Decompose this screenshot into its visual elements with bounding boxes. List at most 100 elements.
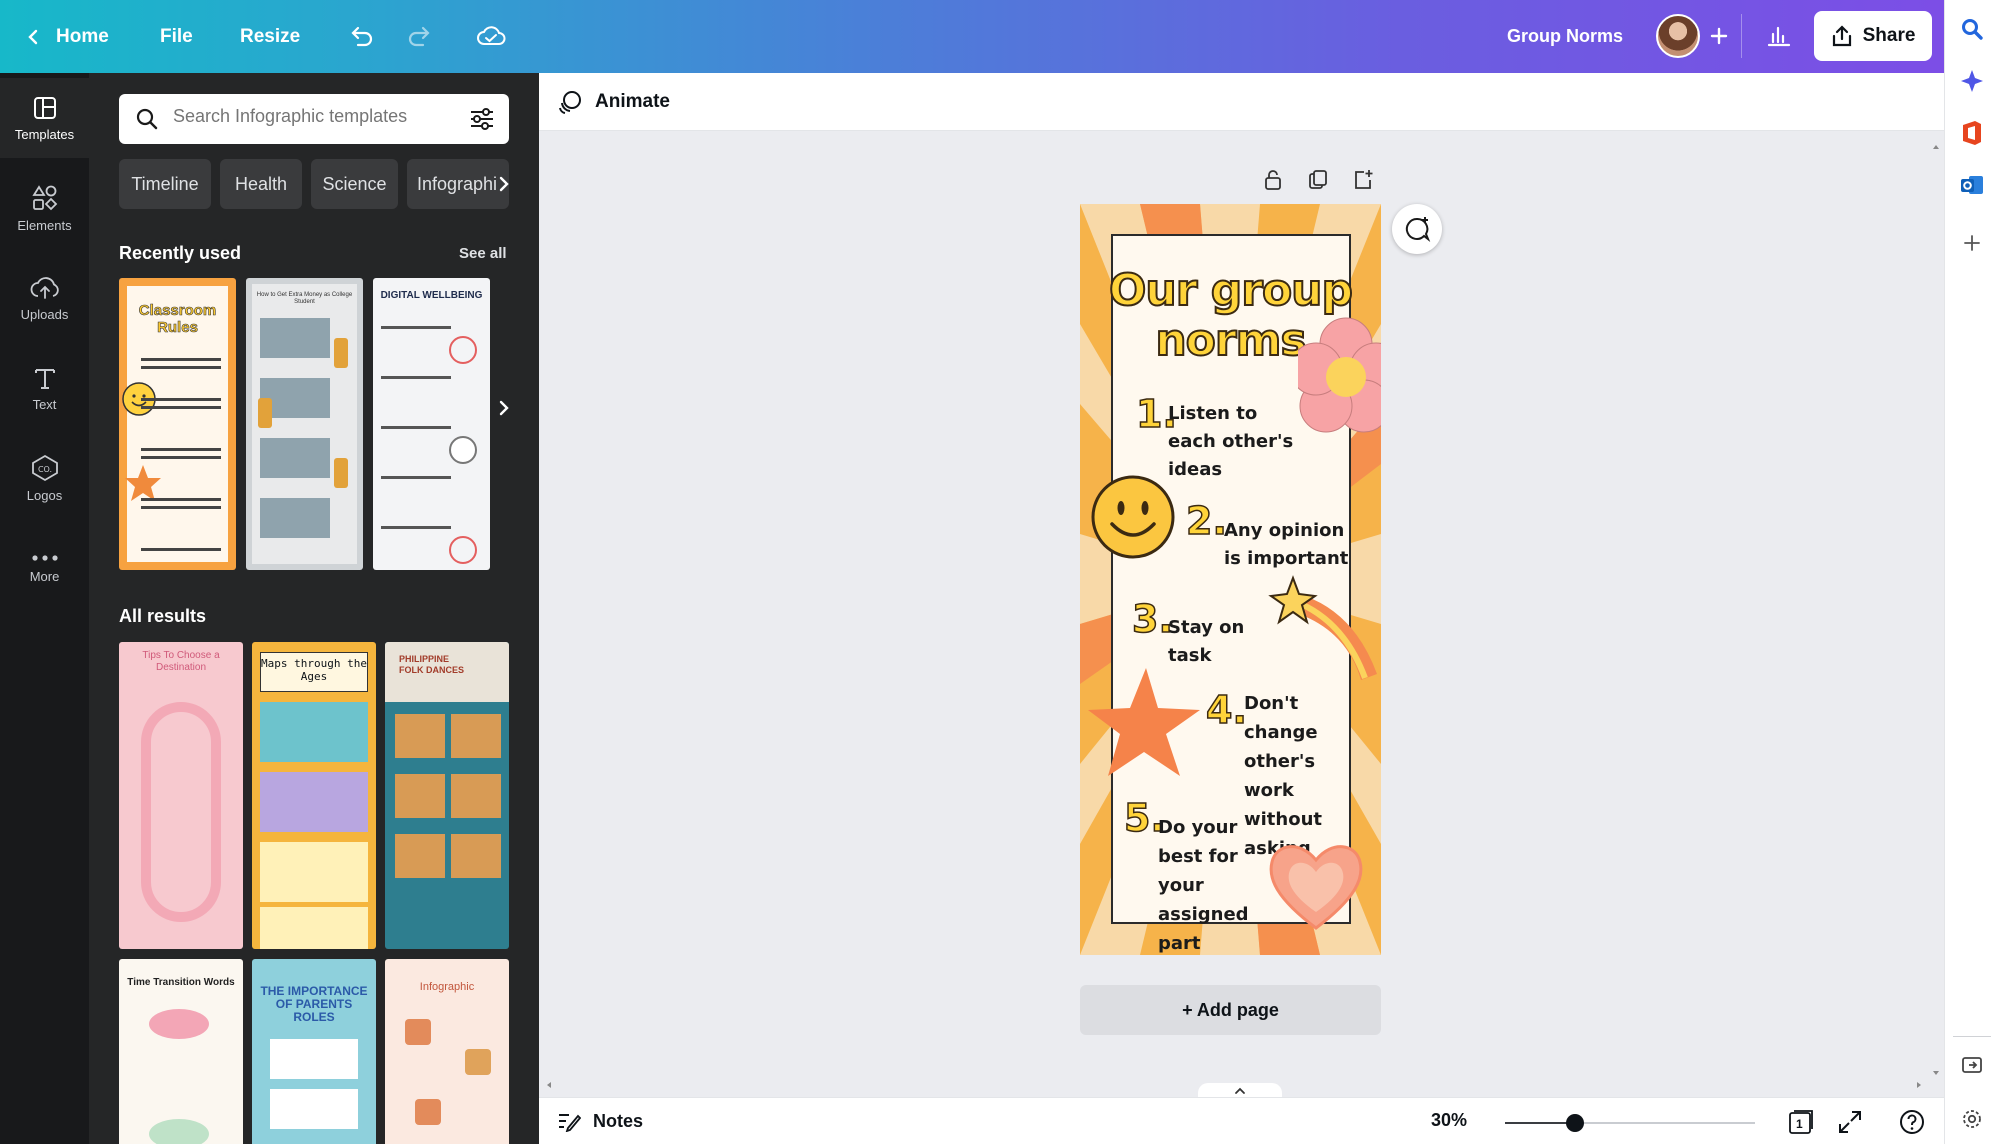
template-thumbnail[interactable]: PHILIPPINE FOLK DANCES: [385, 642, 509, 949]
right-app-strip: [1944, 0, 1999, 1144]
comment-plus-icon: [1405, 217, 1431, 242]
lock-icon[interactable]: [1262, 168, 1284, 192]
norm-text[interactable]: Any opinion is important: [1224, 517, 1350, 573]
chip-health[interactable]: Health: [220, 159, 302, 209]
nav-templates[interactable]: Templates: [0, 78, 89, 158]
page-count: 1: [1796, 1117, 1803, 1131]
chevron-left-icon: [28, 29, 38, 44]
chip-science[interactable]: Science: [311, 159, 398, 209]
notes-label: Notes: [593, 1110, 644, 1131]
undo-icon[interactable]: [343, 18, 379, 54]
norm-text[interactable]: Listen to each other's ideas: [1168, 400, 1298, 484]
dock-panel-icon[interactable]: [1957, 1050, 1987, 1080]
search-bar[interactable]: [119, 94, 509, 144]
logos-icon: CO.: [31, 454, 58, 481]
template-thumbnail[interactable]: Time Transition Words: [119, 959, 243, 1144]
add-page-icon[interactable]: [1352, 168, 1374, 192]
nav-elements[interactable]: Elements: [0, 168, 89, 248]
design-page[interactable]: Our group norms 1. Listen to each other'…: [1080, 204, 1381, 955]
add-comment-button[interactable]: [1392, 204, 1442, 254]
office-icon[interactable]: [1957, 118, 1987, 148]
search-input[interactable]: [173, 106, 453, 127]
cloud-saved-icon[interactable]: [473, 18, 509, 54]
smiley-icon: [1091, 475, 1175, 559]
search-icon: [136, 108, 158, 130]
thumbnail-title: THE IMPORTANCE OF PARENTS ROLES: [260, 984, 368, 1024]
template-thumbnail[interactable]: Maps through the Ages: [252, 642, 376, 949]
document-title[interactable]: Group Norms: [1507, 0, 1623, 73]
file-menu[interactable]: File: [160, 0, 193, 73]
template-thumbnail[interactable]: Classroom Rules: [119, 278, 236, 570]
avatar[interactable]: [1656, 14, 1700, 58]
share-label: Share: [1862, 25, 1916, 46]
norm-number: 3.: [1131, 596, 1173, 642]
design-title-line1: Our group: [1108, 265, 1354, 317]
vertical-scrollbar[interactable]: [1932, 141, 1940, 1081]
notes-button[interactable]: Notes: [557, 1107, 643, 1135]
thumbnail-title: Time Transition Words: [127, 977, 235, 988]
nav-label: More: [29, 568, 60, 584]
star-icon: [1088, 668, 1200, 776]
nav-uploads[interactable]: Uploads: [0, 258, 89, 338]
template-thumbnail[interactable]: Tips To Choose a Destination: [119, 642, 243, 949]
template-thumbnail[interactable]: DIGITAL WELLBEING: [373, 278, 490, 570]
outlook-icon[interactable]: [1957, 170, 1987, 200]
norm-number: 2.: [1185, 498, 1227, 544]
thumbnail-title: Tips To Choose a Destination: [142, 650, 220, 673]
thumbnail-title: Maps through the Ages: [260, 652, 368, 692]
template-thumbnail[interactable]: THE IMPORTANCE OF PARENTS ROLES: [252, 959, 376, 1144]
nav-logos[interactable]: CO. Logos: [0, 438, 89, 518]
home-button[interactable]: Home: [24, 0, 109, 73]
plus-icon[interactable]: [1701, 18, 1737, 54]
all-results-title: All results: [119, 606, 207, 626]
templates-panel: Timeline Health Science Infographi Recen…: [89, 73, 539, 1144]
zoom-slider-knob[interactable]: [1566, 1114, 1584, 1132]
nav-label: Templates: [14, 126, 75, 142]
norm-text[interactable]: Stay on task: [1168, 614, 1288, 670]
chevron-up-icon: [1235, 1087, 1245, 1094]
see-all-link[interactable]: See all: [459, 245, 507, 262]
duplicate-page-icon[interactable]: [1307, 168, 1329, 192]
chip-timeline[interactable]: Timeline: [119, 159, 211, 209]
home-label: Home: [56, 25, 109, 47]
flower-icon: [1298, 317, 1381, 433]
help-icon[interactable]: [1898, 1108, 1926, 1136]
template-thumbnail[interactable]: How to Get Extra Money as College Studen…: [246, 278, 363, 570]
add-page-button[interactable]: + Add page: [1080, 985, 1381, 1035]
zoom-level[interactable]: 30%: [1431, 1110, 1467, 1131]
nav-more[interactable]: More: [0, 528, 89, 608]
smiley-icon: [122, 382, 156, 416]
insights-chart-icon[interactable]: [1761, 18, 1797, 54]
norm-number: 4.: [1205, 687, 1247, 733]
heart-icon: [1269, 845, 1363, 930]
filter-sliders-icon[interactable]: [469, 107, 495, 131]
nav-label: Text: [32, 396, 57, 412]
settings-gear-icon[interactable]: [1957, 1104, 1987, 1134]
uploads-icon: [30, 276, 59, 299]
chevron-right-icon[interactable]: [489, 169, 519, 199]
chevron-right-icon[interactable]: [489, 393, 519, 423]
thumbnail-title: How to Get Extra Money as College Studen…: [256, 292, 353, 305]
recently-used-title: Recently used: [119, 243, 242, 263]
nav-text[interactable]: Text: [0, 348, 89, 428]
nav-label: Elements: [17, 217, 72, 233]
template-thumbnail[interactable]: Infographic: [385, 959, 509, 1144]
fullscreen-icon[interactable]: [1837, 1109, 1863, 1135]
add-app-icon[interactable]: [1957, 228, 1987, 258]
search-icon[interactable]: [1957, 14, 1987, 44]
redo-icon[interactable]: [402, 18, 438, 54]
nav-label: Uploads: [20, 306, 69, 322]
elements-icon: [31, 184, 57, 210]
copilot-sparkle-icon[interactable]: [1957, 66, 1987, 96]
page-grid-button[interactable]: 1: [1787, 1108, 1815, 1136]
resize-button[interactable]: Resize: [240, 0, 300, 73]
divider: [1953, 1036, 1991, 1037]
share-button[interactable]: Share: [1814, 11, 1932, 61]
context-toolbar: Animate: [539, 73, 1944, 131]
top-bar: Home File Resize Group Norms Share: [0, 0, 1944, 73]
zoom-slider[interactable]: [1505, 1114, 1755, 1132]
svg-text:CO.: CO.: [37, 465, 51, 474]
divider: [1741, 14, 1742, 58]
thumbnail-title: PHILIPPINE FOLK DANCES: [399, 654, 464, 675]
animate-button[interactable]: Animate: [557, 86, 670, 118]
